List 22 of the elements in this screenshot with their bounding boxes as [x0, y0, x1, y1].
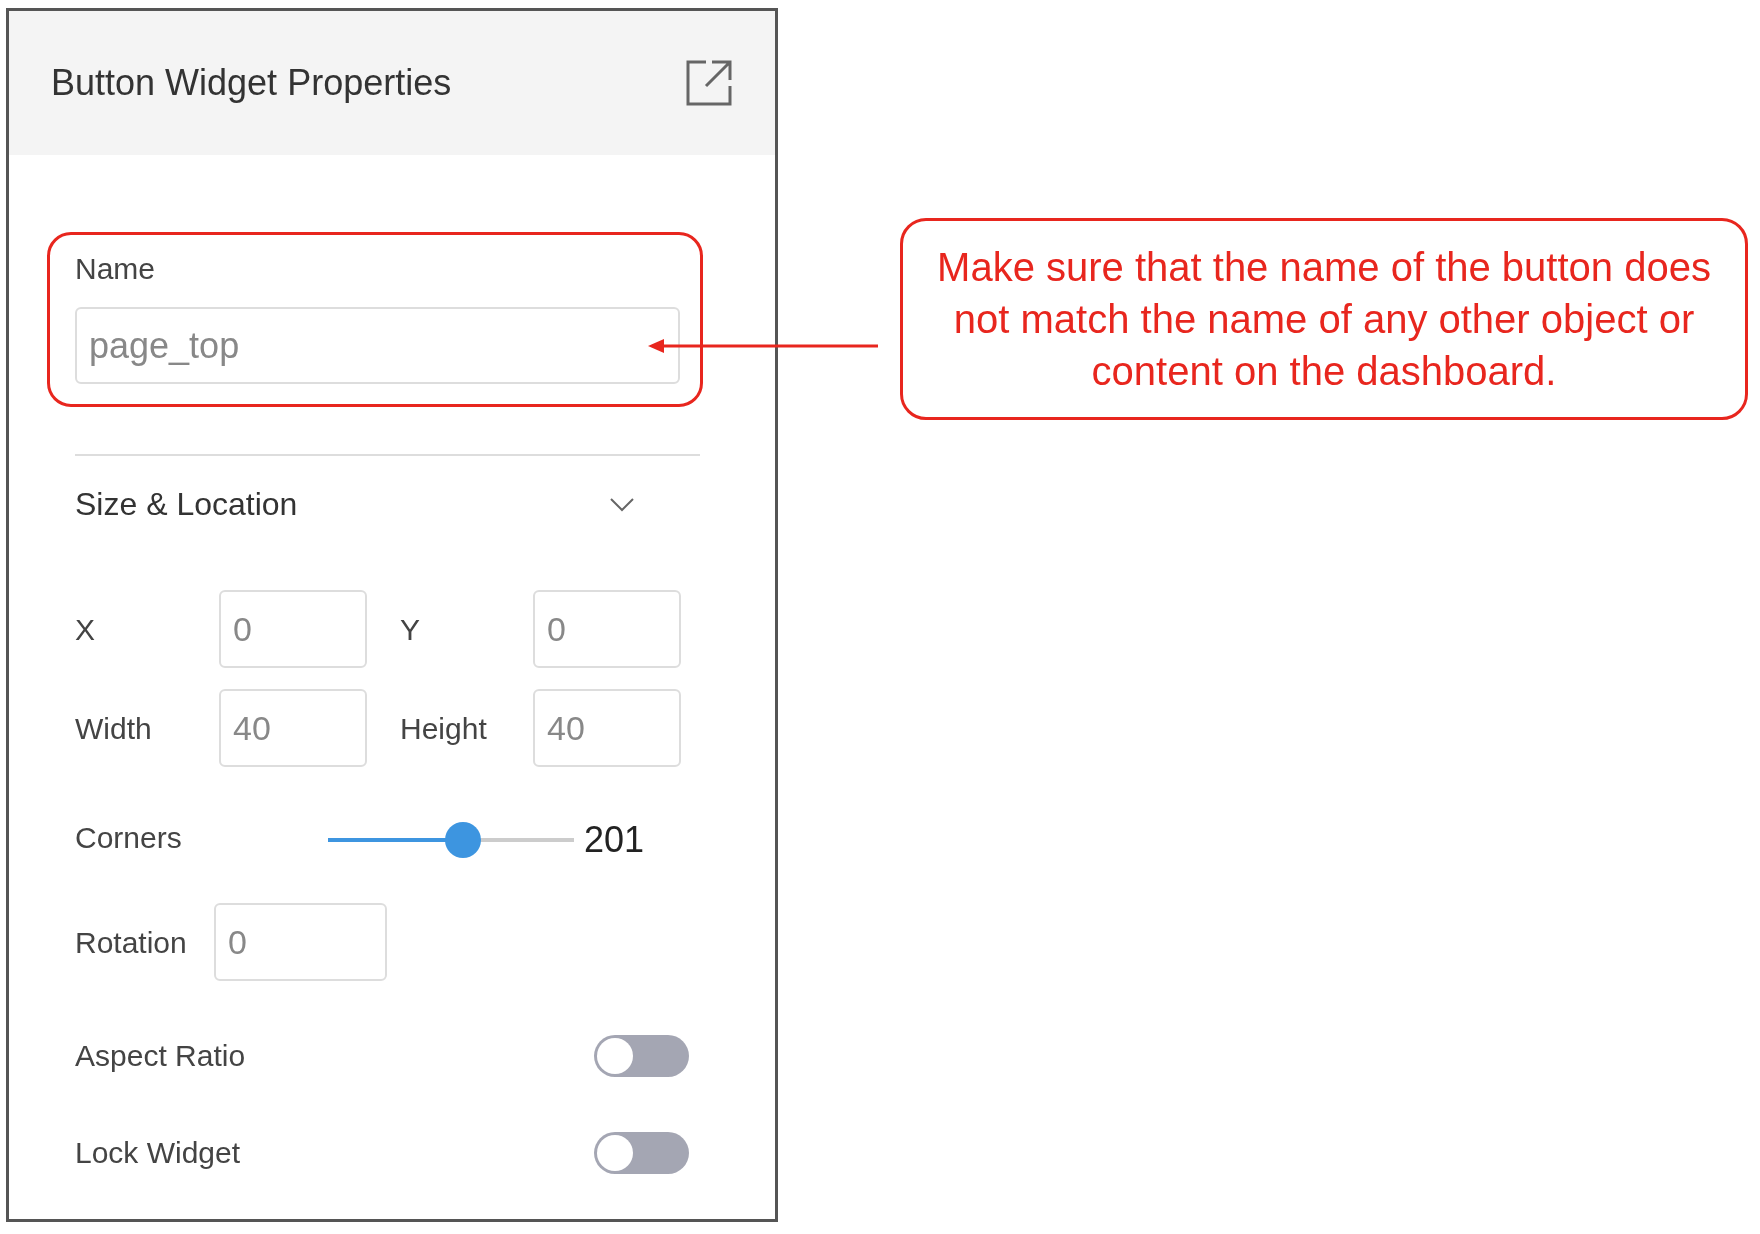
panel-title: Button Widget Properties — [51, 61, 452, 105]
toggle-switch[interactable] — [594, 1034, 689, 1077]
number-input[interactable]: 40 — [219, 689, 367, 767]
toggle-label: Lock Widget — [75, 1135, 241, 1171]
slider-thumb[interactable] — [445, 822, 482, 858]
field-label: Y — [399, 611, 421, 648]
number-input[interactable]: 0 — [219, 590, 367, 668]
field-label: Corners — [75, 819, 183, 856]
field-label: Rotation — [75, 924, 188, 961]
section-title: Size & Location — [75, 485, 298, 524]
field-label: Name — [75, 251, 157, 287]
number-input[interactable]: 0 — [214, 903, 387, 981]
toggle-label: Aspect Ratio — [75, 1038, 246, 1074]
slider-value: 201 — [584, 818, 645, 862]
name-input[interactable]: page_top — [75, 307, 680, 384]
toggle-switch[interactable] — [594, 1131, 689, 1174]
field-label: Height — [399, 710, 488, 747]
number-input[interactable]: 40 — [533, 689, 681, 767]
field-label: Width — [75, 710, 153, 747]
number-input[interactable]: 0 — [533, 590, 681, 668]
callout-text: Make sure that the name of the button does not match the name of any other object or content on the dashboard. — [936, 244, 1712, 395]
field-label: X — [75, 611, 96, 648]
